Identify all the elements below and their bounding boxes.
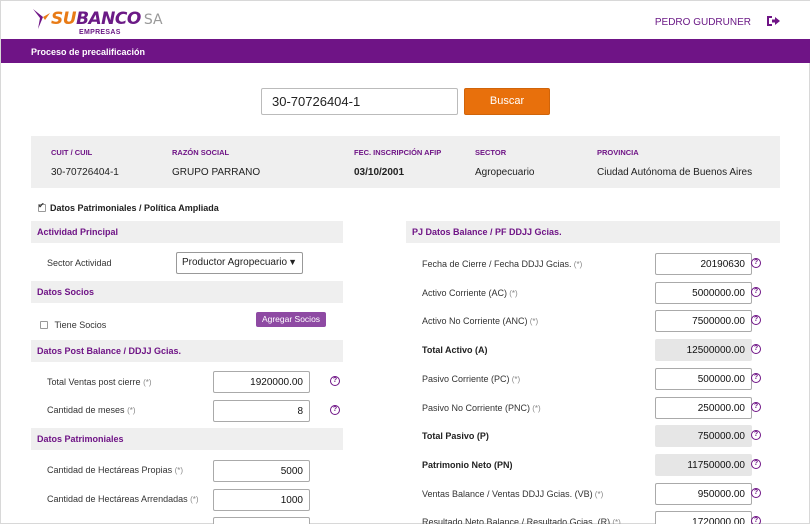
balance-row-input[interactable] [655,397,752,419]
datos-patrimoniales-toggle[interactable]: Datos Patrimoniales / Política Ampliada [38,201,219,213]
balance-row-label: Total Activo (A) [422,345,488,355]
balance-row-label: Total Pasivo (P) [422,431,489,441]
balance-row-label: Pasivo No Corriente (PNC) (*) [422,403,541,413]
razon-social-label: RAZÓN SOCIAL [172,148,230,157]
cuit-column: CUIT / CUIL 30-70726404-1 [51,148,119,178]
sector-column: SECTOR Agropecuario [475,148,534,178]
help-icon[interactable]: ? [751,459,761,469]
agregar-socios-button[interactable]: Agregar Socios [256,312,326,327]
balance-section-header: PJ Datos Balance / PF DDJJ Gcias. [406,221,780,243]
help-icon[interactable]: ? [330,405,340,415]
cantidad-meses-input[interactable] [213,400,310,422]
balance-row-input[interactable] [655,253,752,275]
company-info-panel: CUIT / CUIL 30-70726404-1 RAZÓN SOCIAL G… [31,136,780,188]
total-ventas-label: Total Ventas post cierre (*) [47,377,152,387]
sector-label: SECTOR [475,148,507,157]
balance-row-input[interactable] [655,282,752,304]
datos-patrimoniales-label: Datos Patrimoniales / Política Ampliada [50,202,219,213]
datos-socios-header: Datos Socios [31,281,343,303]
provincia-column: PROVINCIA Ciudad Autónoma de Buenos Aire… [597,148,752,178]
next-field-input[interactable] [213,517,310,524]
fecha-inscripcion-column: FEC. INSCRIPCIÓN AFIP 03/10/2001 [354,148,441,178]
help-icon[interactable]: ? [751,516,761,524]
balance-row-input[interactable] [655,339,752,361]
razon-social-column: RAZÓN SOCIAL GRUPO PARRANO [172,148,260,178]
total-ventas-input[interactable] [213,371,310,393]
page-title-bar: Proceso de precalificación [1,39,810,63]
provincia-label: PROVINCIA [597,148,639,157]
razon-social-value: GRUPO PARRANO [172,167,261,178]
help-icon[interactable]: ? [751,315,761,325]
balance-row-label: Pasivo Corriente (PC) (*) [422,374,521,384]
sector-actividad-select[interactable]: Productor Agropecuario ▼ [176,252,303,274]
help-icon[interactable]: ? [751,258,761,268]
provincia-value: Ciudad Autónoma de Buenos Aires [597,167,753,178]
balance-row-input[interactable] [655,483,752,505]
cuit-search-input[interactable] [261,88,458,115]
help-icon[interactable]: ? [751,373,761,383]
fecha-inscripcion-value: 03/10/2001 [354,167,405,178]
datos-patrimoniales-header: Datos Patrimoniales [31,428,343,450]
subanco-logo[interactable]: SUBANCO SA EMPRESAS [31,5,163,37]
hectareas-arrendadas-input[interactable] [213,489,310,511]
top-header: SUBANCO SA EMPRESAS PEDRO GUDRUNER [1,1,810,39]
logout-icon[interactable] [765,13,781,29]
sector-actividad-label: Sector Actividad [47,258,112,268]
tiene-socios-toggle[interactable]: Tiene Socios [40,319,106,330]
balance-row-label: Resultado Neto Balance / Resultado Gcias… [422,517,621,524]
help-icon[interactable]: ? [330,376,340,386]
page-title: Proceso de precalificación [31,47,146,57]
fecha-inscripcion-label: FEC. INSCRIPCIÓN AFIP [354,148,442,157]
balance-row-input[interactable] [655,511,752,524]
cuit-value: 30-70726404-1 [51,167,119,178]
hectareas-arrendadas-label: Cantidad de Hectáreas Arrendadas (*) [47,494,199,504]
help-icon[interactable]: ? [751,488,761,498]
sector-actividad-value: Productor Agropecuario [182,257,288,268]
help-icon[interactable]: ? [751,430,761,440]
logo-subtitle: EMPRESAS [79,29,121,36]
sector-value: Agropecuario [475,167,535,178]
user-name[interactable]: PEDRO GUDRUNER [655,17,751,28]
tiene-socios-checkbox[interactable] [40,320,48,329]
hectareas-propias-label: Cantidad de Hectáreas Propias (*) [47,465,184,475]
search-button[interactable]: Buscar [464,88,550,115]
cantidad-meses-label: Cantidad de meses (*) [47,405,136,415]
logo-wordmark: SUBANCO SA [51,9,163,29]
balance-row-input[interactable] [655,368,752,390]
hectareas-propias-input[interactable] [213,460,310,482]
datos-patrimoniales-checkbox[interactable] [38,201,46,212]
post-balance-header: Datos Post Balance / DDJJ Gcias. [31,340,343,362]
actividad-principal-header: Actividad Principal [31,221,343,243]
help-icon[interactable]: ? [751,287,761,297]
cuit-label: CUIT / CUIL [51,148,93,157]
balance-row-label: Patrimonio Neto (PN) [422,460,513,470]
balance-row-label: Fecha de Cierre / Fecha DDJJ Gcias. (*) [422,259,583,269]
balance-row-input[interactable] [655,454,752,476]
tiene-socios-label: Tiene Socios [54,319,107,330]
bird-logo-icon [33,9,50,29]
balance-row-label: Activo Corriente (AC) (*) [422,288,518,298]
help-icon[interactable]: ? [751,402,761,412]
help-icon[interactable]: ? [751,344,761,354]
balance-row-input[interactable] [655,310,752,332]
balance-row-label: Ventas Balance / Ventas DDJJ Gcias. (VB)… [422,489,604,499]
balance-row-label: Activo No Corriente (ANC) (*) [422,316,539,326]
balance-row-input[interactable] [655,425,752,447]
dropdown-arrow-icon: ▼ [288,257,297,267]
